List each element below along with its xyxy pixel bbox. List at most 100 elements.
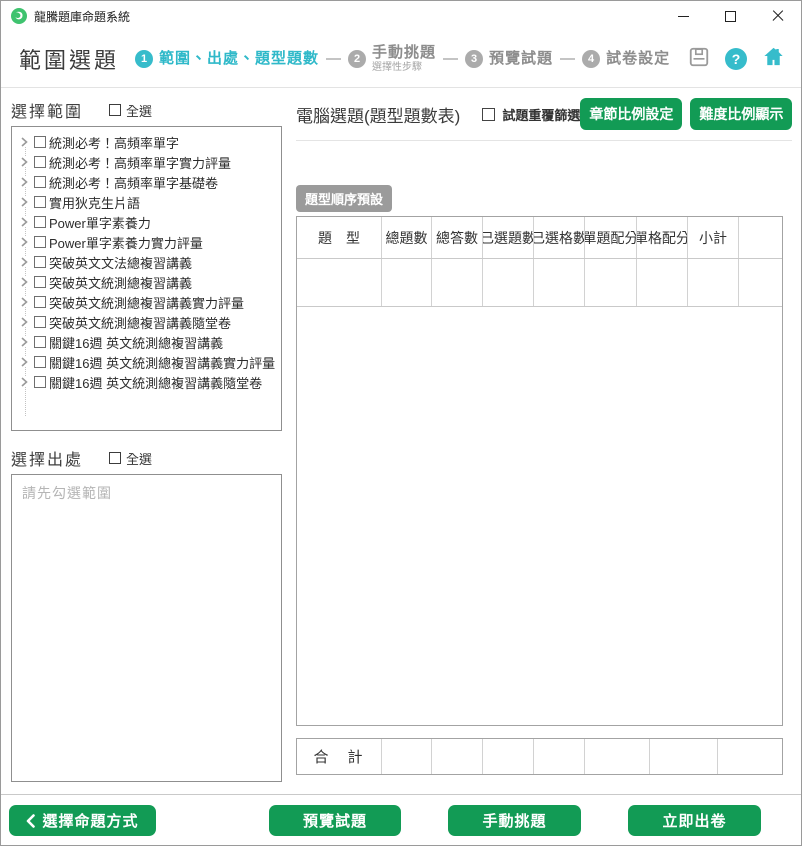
type-order-default-button[interactable]: 題型順序預設 <box>296 185 392 212</box>
range-tree-item[interactable]: 統測必考！高頻率單字實力評量 <box>12 152 281 172</box>
generate-paper-button[interactable]: 立即出卷 <box>628 805 761 836</box>
range-item-checkbox[interactable] <box>34 316 46 328</box>
expand-chevron-icon[interactable] <box>18 377 30 387</box>
qtable-header-cell: 已選題數 <box>483 217 534 258</box>
qtable-cell <box>297 259 382 306</box>
range-tree-item[interactable]: 突破英文統測總複習講義實力評量 <box>12 292 281 312</box>
computer-select-title: 電腦選題(題型題數表) <box>296 102 460 127</box>
duplicate-filter-checkbox[interactable] <box>482 108 495 121</box>
qtable-header-cell: 總題數 <box>382 217 432 258</box>
range-tree-item[interactable]: 關鍵16週 英文統測總複習講義 <box>12 332 281 352</box>
range-item-checkbox[interactable] <box>34 136 46 148</box>
step-1-number: 1 <box>135 50 153 68</box>
computer-select-head: 電腦選題(題型題數表) 試題重覆篩選 章節比例設定 難度比例顯示 <box>296 98 792 130</box>
expand-chevron-icon[interactable] <box>18 317 30 327</box>
window-title: 龍騰題庫命題系統 <box>34 8 130 25</box>
range-tree-item[interactable]: 實用狄克生片語 <box>12 192 281 212</box>
qtable-sum-cell <box>585 739 650 774</box>
expand-chevron-icon[interactable] <box>18 217 30 227</box>
header-icons: ? <box>688 45 785 73</box>
duplicate-filter[interactable]: 試題重覆篩選 <box>482 105 580 124</box>
source-placeholder-text: 請先勾選範圍 <box>22 485 112 501</box>
qtable-sum-cell <box>718 739 782 774</box>
source-select-all[interactable]: 全選 <box>109 449 152 468</box>
step-3-label: 預覽試題 <box>489 51 553 68</box>
expand-chevron-icon[interactable] <box>18 277 30 287</box>
range-select-all[interactable]: 全選 <box>109 101 152 120</box>
expand-chevron-icon[interactable] <box>18 137 30 147</box>
range-item-label: 實用狄克生片語 <box>49 193 140 212</box>
range-select-all-checkbox[interactable] <box>109 104 121 116</box>
range-item-checkbox[interactable] <box>34 336 46 348</box>
source-section-head: 選擇出處 全選 <box>11 444 282 472</box>
qtable-header-cell: 小計 <box>688 217 739 258</box>
step-separator <box>326 58 341 60</box>
range-item-checkbox[interactable] <box>34 376 46 388</box>
expand-chevron-icon[interactable] <box>18 157 30 167</box>
range-item-checkbox[interactable] <box>34 156 46 168</box>
range-tree-item[interactable]: 關鍵16週 英文統測總複習講義實力評量 <box>12 352 281 372</box>
expand-chevron-icon[interactable] <box>18 197 30 207</box>
home-icon[interactable] <box>762 45 785 73</box>
expand-chevron-icon[interactable] <box>18 357 30 367</box>
close-button[interactable] <box>754 1 801 31</box>
step-2: 2 手動挑題 選擇性步驟 <box>348 45 436 73</box>
head-divider <box>296 140 792 141</box>
footer-bar: 選擇命題方式 預覽試題 手動挑題 立即出卷 <box>1 794 801 845</box>
preview-questions-button[interactable]: 預覽試題 <box>269 805 401 836</box>
range-item-checkbox[interactable] <box>34 256 46 268</box>
expand-chevron-icon[interactable] <box>18 177 30 187</box>
close-icon <box>772 10 784 22</box>
page-header: 範圍選題 1 範圍、出處、題型題數 2 手動挑題 選擇性步驟 3 預覽試題 4 … <box>1 31 801 88</box>
qtable-sum-cell <box>382 739 432 774</box>
expand-chevron-icon[interactable] <box>18 257 30 267</box>
range-item-label: Power單字素養力實力評量 <box>49 233 203 252</box>
range-item-checkbox[interactable] <box>34 196 46 208</box>
step-3-number: 3 <box>465 50 483 68</box>
range-item-label: 關鍵16週 英文統測總複習講義實力評量 <box>49 353 275 372</box>
left-panel: 選擇範圍 全選 統測必考！高頻率單字 統測必考！高頻率單字實力評量 <box>1 88 282 792</box>
expand-chevron-icon[interactable] <box>18 337 30 347</box>
expand-chevron-icon[interactable] <box>18 237 30 247</box>
step-1: 1 範圍、出處、題型題數 <box>135 50 319 68</box>
qtable-header-cell: 已選格數 <box>534 217 585 258</box>
difficulty-ratio-button[interactable]: 難度比例顯示 <box>690 98 792 130</box>
range-item-label: 統測必考！高頻率單字基礎卷 <box>49 173 218 192</box>
help-icon[interactable]: ? <box>725 48 747 70</box>
range-item-checkbox[interactable] <box>34 276 46 288</box>
chevron-left-icon <box>26 814 35 828</box>
range-section-title: 選擇範圍 <box>11 98 83 122</box>
qtable-cell <box>688 259 739 306</box>
manual-pick-button[interactable]: 手動挑題 <box>448 805 581 836</box>
range-item-checkbox[interactable] <box>34 216 46 228</box>
expand-chevron-icon[interactable] <box>18 297 30 307</box>
range-tree-item[interactable]: 突破英文統測總複習講義 <box>12 272 281 292</box>
source-select-all-checkbox[interactable] <box>109 452 121 464</box>
back-to-method-button[interactable]: 選擇命題方式 <box>9 805 156 836</box>
range-tree-item[interactable]: 統測必考！高頻率單字基礎卷 <box>12 172 281 192</box>
range-tree-item[interactable]: Power單字素養力實力評量 <box>12 232 281 252</box>
range-tree-item[interactable]: 關鍵16週 英文統測總複習講義隨堂卷 <box>12 372 281 392</box>
range-item-checkbox[interactable] <box>34 296 46 308</box>
qtable-sum-cell <box>650 739 718 774</box>
chapter-ratio-button[interactable]: 章節比例設定 <box>580 98 682 130</box>
range-item-checkbox[interactable] <box>34 356 46 368</box>
minimize-button[interactable] <box>660 1 707 31</box>
source-section-title: 選擇出處 <box>11 446 83 470</box>
range-tree-item[interactable]: 突破英文統測總複習講義隨堂卷 <box>12 312 281 332</box>
range-item-label: 突破英文統測總複習講義實力評量 <box>49 293 244 312</box>
range-tree-item[interactable]: 統測必考！高頻率單字 <box>12 132 281 152</box>
step-separator <box>443 58 458 60</box>
range-tree-item[interactable]: 突破英文文法總複習講義 <box>12 252 281 272</box>
range-item-checkbox[interactable] <box>34 236 46 248</box>
qtable-cell <box>585 259 637 306</box>
qtable-header-cell: 總答數 <box>432 217 483 258</box>
save-icon[interactable] <box>688 46 710 73</box>
qtable-header-cell: 單題配分 <box>585 217 637 258</box>
right-panel: 電腦選題(題型題數表) 試題重覆篩選 章節比例設定 難度比例顯示 題型順序預設 … <box>282 88 802 792</box>
range-item-checkbox[interactable] <box>34 176 46 188</box>
range-tree-item[interactable]: Power單字素養力 <box>12 212 281 232</box>
app-window: { "window": { "title": "龍騰題庫命題系統" }, "he… <box>0 0 802 846</box>
maximize-button[interactable] <box>707 1 754 31</box>
range-select-all-label: 全選 <box>126 101 152 120</box>
